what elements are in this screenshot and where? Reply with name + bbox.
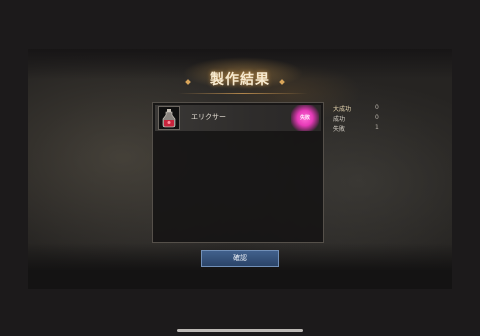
item-name: エリクサー — [191, 113, 226, 121]
page-title: 製作結果 — [210, 72, 270, 88]
failure-badge: 失敗 — [291, 105, 319, 131]
stat-label: 失敗 — [333, 126, 346, 133]
home-indicator[interactable] — [177, 329, 303, 332]
stat-value: 1 — [375, 124, 379, 131]
result-list-panel[interactable]: エリクサー 失敗 ◆◆ — [152, 102, 324, 243]
confirm-button[interactable]: 確認 — [201, 250, 279, 267]
stat-value: 0 — [375, 104, 379, 111]
result-stats: 大成功 0 成功 0 失敗 1 — [333, 104, 393, 134]
failure-badge-label: 失敗 — [299, 115, 310, 121]
stat-failure: 失敗 1 — [333, 124, 393, 134]
title-underline — [178, 93, 308, 94]
stat-great-success: 大成功 0 — [333, 104, 393, 114]
result-row[interactable]: エリクサー 失敗 — [155, 105, 321, 131]
stat-label: 成功 — [333, 116, 346, 123]
potion-bottle-icon — [158, 106, 180, 130]
stat-value: 0 — [375, 114, 379, 121]
game-area: 製作結果 エリクサー 失敗 ◆◆ — [28, 49, 452, 289]
stat-label: 大成功 — [333, 106, 352, 113]
stat-success: 成功 0 — [333, 114, 393, 124]
screen: 製作結果 エリクサー 失敗 ◆◆ — [0, 0, 480, 336]
